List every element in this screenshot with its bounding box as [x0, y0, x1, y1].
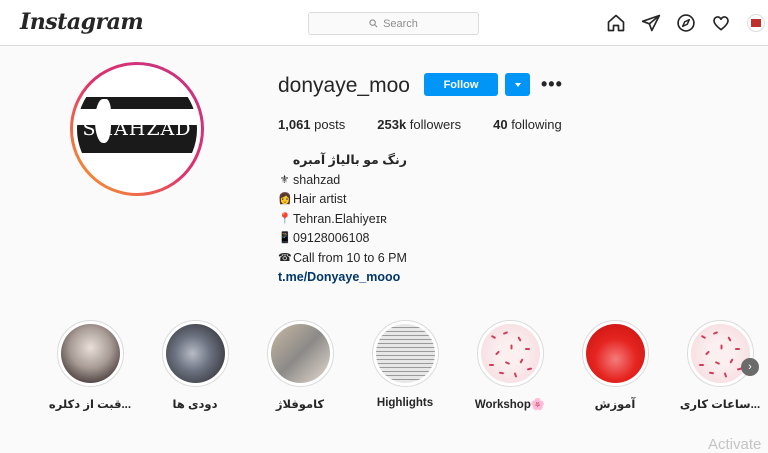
highlight-item[interactable]: قبت از دکلره... [40, 320, 140, 411]
highlight-thumbnail [375, 324, 435, 383]
top-nav-bar: Instagram Search [0, 0, 768, 46]
suggested-dropdown-button[interactable] [505, 73, 530, 96]
highlight-thumbnail [585, 324, 645, 383]
highlights-next-arrow-icon[interactable]: › [741, 358, 759, 376]
bio-line: ☎ Call from 10 to 6 PM [278, 249, 407, 269]
pin-icon: 📍 [278, 212, 292, 225]
woman-icon: 👩 [278, 193, 292, 205]
bio-line: 👩 Hair artist [278, 190, 407, 210]
bio-line: 📱 09128006108 [278, 229, 407, 249]
activation-watermark: Activate [708, 436, 762, 453]
highlight-item[interactable]: کاموفلاژ [250, 320, 350, 411]
avatar-brand-text: SHAHZAD [82, 118, 192, 140]
highlight-item[interactable]: دودی ها [145, 320, 245, 411]
search-icon [369, 19, 378, 28]
bio-title: رنگ مو بالیاژ آمبره [292, 153, 407, 167]
explore-icon[interactable] [675, 12, 696, 33]
follow-button[interactable]: Follow [424, 73, 498, 96]
highlight-label: ساعات کاری... [679, 399, 761, 411]
bio-line: ⚜ shahzad [278, 171, 407, 191]
highlight-thumbnail [60, 324, 120, 383]
highlight-thumbnail [690, 324, 750, 383]
bio-line: 📍 Tehran.Elahiyeɪʀ [278, 210, 407, 230]
bio-link[interactable]: t.me/Donyaye_mooo [278, 268, 407, 288]
highlight-label: Workshop🌸 [474, 399, 546, 411]
highlight-item[interactable]: آموزش [565, 320, 665, 411]
highlight-thumbnail [165, 324, 225, 383]
profile-username: donyaye_moo [278, 74, 410, 97]
posts-stat: 1,061 posts [278, 117, 346, 132]
profile-bio: رنگ مو بالیاژ آمبره ⚜ shahzad 👩 Hair artis… [278, 151, 407, 288]
highlight-label: دودی ها [172, 399, 218, 411]
search-input[interactable]: Search [308, 12, 479, 35]
following-stat[interactable]: 40 following [493, 117, 562, 132]
search-placeholder: Search [383, 17, 418, 30]
highlight-thumbnail [480, 324, 540, 383]
highlight-thumbnail [270, 324, 330, 383]
home-icon[interactable] [605, 12, 626, 33]
more-options-button[interactable]: ••• [541, 75, 563, 93]
direct-icon[interactable] [640, 12, 661, 33]
fleur-de-lis-icon: ⚜ [279, 173, 290, 186]
activity-heart-icon[interactable] [710, 12, 731, 33]
instagram-logo[interactable]: Instagram [20, 9, 144, 35]
telephone-icon: ☎ [278, 251, 292, 264]
profile-avatar[interactable]: SHAHZAD [70, 62, 204, 196]
nav-icons [605, 12, 766, 33]
highlight-label: آموزش [594, 399, 636, 411]
profile-avatar-icon[interactable] [745, 12, 766, 33]
highlight-item[interactable]: Highlights [355, 320, 455, 409]
phone-icon: 📱 [278, 232, 292, 244]
chevron-down-icon [514, 82, 521, 87]
highlight-label: قبت از دکلره... [48, 399, 132, 411]
profile-stats: 1,061 posts 253k followers 40 following [278, 117, 594, 132]
followers-stat[interactable]: 253k followers [377, 117, 461, 132]
highlight-item[interactable]: Workshop🌸 [460, 320, 560, 411]
highlight-label: کاموفلاژ [275, 399, 325, 411]
highlight-label: Highlights [376, 397, 434, 409]
